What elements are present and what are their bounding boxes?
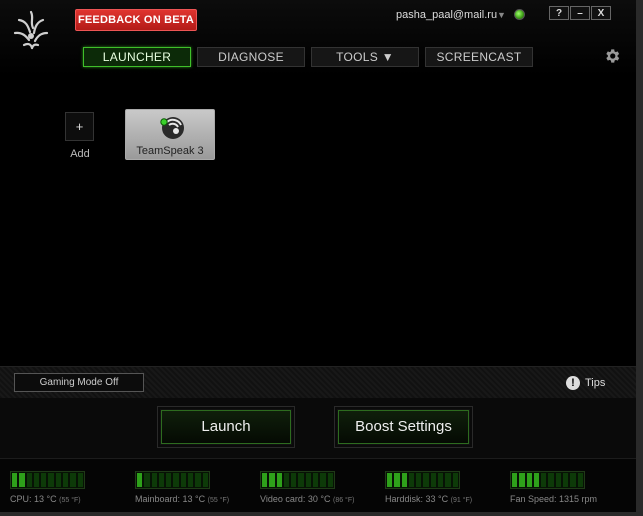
launcher-panel: + Add TeamSpeak 3 — [0, 76, 636, 366]
user-email[interactable]: pasha_paal@mail.ru — [396, 9, 497, 21]
monitor-harddisk: Harddisk: 33 °C (91 °F) — [385, 471, 510, 511]
meter-segment — [430, 473, 437, 487]
add-app-label: Add — [70, 148, 90, 160]
gear-icon[interactable] — [603, 47, 621, 65]
meter-segment — [33, 473, 40, 487]
meter-segment — [70, 473, 76, 487]
meter-segment — [63, 473, 69, 487]
meter-segment — [173, 473, 179, 487]
action-bar: Launch Boost Settings — [0, 398, 636, 459]
online-status-icon — [514, 9, 525, 20]
add-app-button[interactable]: + — [65, 112, 94, 141]
meter-segment — [445, 473, 451, 487]
info-icon[interactable]: ! — [566, 376, 580, 390]
monitor-video-card: Video card: 30 °C (86 °F) — [260, 471, 385, 511]
feedback-button[interactable]: FEEDBACK ON BETA — [75, 9, 197, 31]
meter-segment — [541, 473, 547, 487]
meter-segment — [577, 473, 583, 487]
meter-segment — [570, 473, 576, 487]
meter-segment — [533, 473, 540, 487]
meter-segment — [158, 473, 165, 487]
cpu-label: CPU: 13 °C (55 °F) — [10, 494, 81, 504]
help-button[interactable]: ? — [549, 6, 569, 20]
meter-segment — [12, 473, 18, 487]
app-tile-teamspeak[interactable]: TeamSpeak 3 — [125, 109, 215, 160]
cpu-meter — [10, 471, 85, 489]
meter-segment — [19, 473, 25, 487]
mainboard-meter — [135, 471, 210, 489]
mode-bar: Gaming Mode Off ! Tips — [0, 366, 636, 399]
monitor-mainboard: Mainboard: 13 °C (55 °F) — [135, 471, 260, 511]
meter-segment — [151, 473, 157, 487]
mainboard-label: Mainboard: 13 °C (55 °F) — [135, 494, 230, 504]
meter-segment — [298, 473, 304, 487]
meter-segment — [313, 473, 319, 487]
meter-segment — [283, 473, 290, 487]
meter-segment — [166, 473, 172, 487]
chevron-down-icon[interactable]: ▼ — [497, 10, 506, 20]
meter-segment — [394, 473, 400, 487]
minimize-button[interactable]: – — [570, 6, 590, 20]
app-label: TeamSpeak 3 — [136, 145, 204, 157]
meter-segment — [438, 473, 444, 487]
gaming-mode-toggle[interactable]: Gaming Mode Off — [14, 373, 144, 392]
razer-window: FEEDBACK ON BETA pasha_paal@mail.ru ▼ ? … — [0, 0, 636, 512]
meter-segment — [555, 473, 562, 487]
fan-speed-label: Fan Speed: 1315 rpm — [510, 494, 598, 504]
boost-settings-button[interactable]: Boost Settings — [334, 406, 473, 448]
tab-screencast[interactable]: SCREENCAST — [425, 47, 533, 67]
meter-segment — [305, 473, 312, 487]
tab-tools[interactable]: TOOLS ▼ — [311, 47, 419, 67]
meter-segment — [41, 473, 47, 487]
meter-segment — [327, 473, 333, 487]
meter-segment — [188, 473, 194, 487]
meter-segment — [262, 473, 268, 487]
meter-segment — [512, 473, 518, 487]
meter-segment — [77, 473, 83, 487]
meter-segment — [48, 473, 54, 487]
video-card-label: Video card: 30 °C (86 °F) — [260, 494, 355, 504]
meter-segment — [269, 473, 275, 487]
meter-segment — [180, 473, 187, 487]
meter-segment — [423, 473, 429, 487]
teamspeak-icon — [160, 117, 184, 139]
meter-segment — [387, 473, 393, 487]
meter-segment — [401, 473, 407, 487]
meter-segment — [202, 473, 208, 487]
meter-segment — [276, 473, 282, 487]
harddisk-meter — [385, 471, 460, 489]
harddisk-label: Harddisk: 33 °C (91 °F) — [385, 494, 473, 504]
meter-segment — [526, 473, 532, 487]
fan-speed-meter — [510, 471, 585, 489]
meter-segment — [320, 473, 326, 487]
meter-segment — [26, 473, 32, 487]
tips-link[interactable]: Tips — [585, 377, 605, 389]
video-card-meter — [260, 471, 335, 489]
monitor-cpu: CPU: 13 °C (55 °F) — [10, 471, 135, 511]
launch-button[interactable]: Launch — [157, 406, 295, 448]
header-bar: FEEDBACK ON BETA pasha_paal@mail.ru ▼ ? … — [0, 0, 636, 77]
system-monitor-bar: CPU: 13 °C (55 °F) Mainboard: 13 °C (55 … — [0, 459, 636, 512]
meter-segment — [416, 473, 422, 487]
meter-segment — [195, 473, 201, 487]
close-button[interactable]: X — [591, 6, 611, 20]
meter-segment — [55, 473, 62, 487]
tab-diagnose[interactable]: DIAGNOSE — [197, 47, 305, 67]
meter-segment — [548, 473, 554, 487]
tab-launcher[interactable]: LAUNCHER — [83, 47, 191, 67]
meter-segment — [137, 473, 143, 487]
meter-segment — [144, 473, 150, 487]
meter-segment — [519, 473, 525, 487]
meter-segment — [291, 473, 297, 487]
meter-segment — [408, 473, 415, 487]
monitor-fan-speed: Fan Speed: 1315 rpm — [510, 471, 635, 511]
razer-logo-icon — [13, 10, 49, 50]
meter-segment — [563, 473, 569, 487]
meter-segment — [452, 473, 458, 487]
